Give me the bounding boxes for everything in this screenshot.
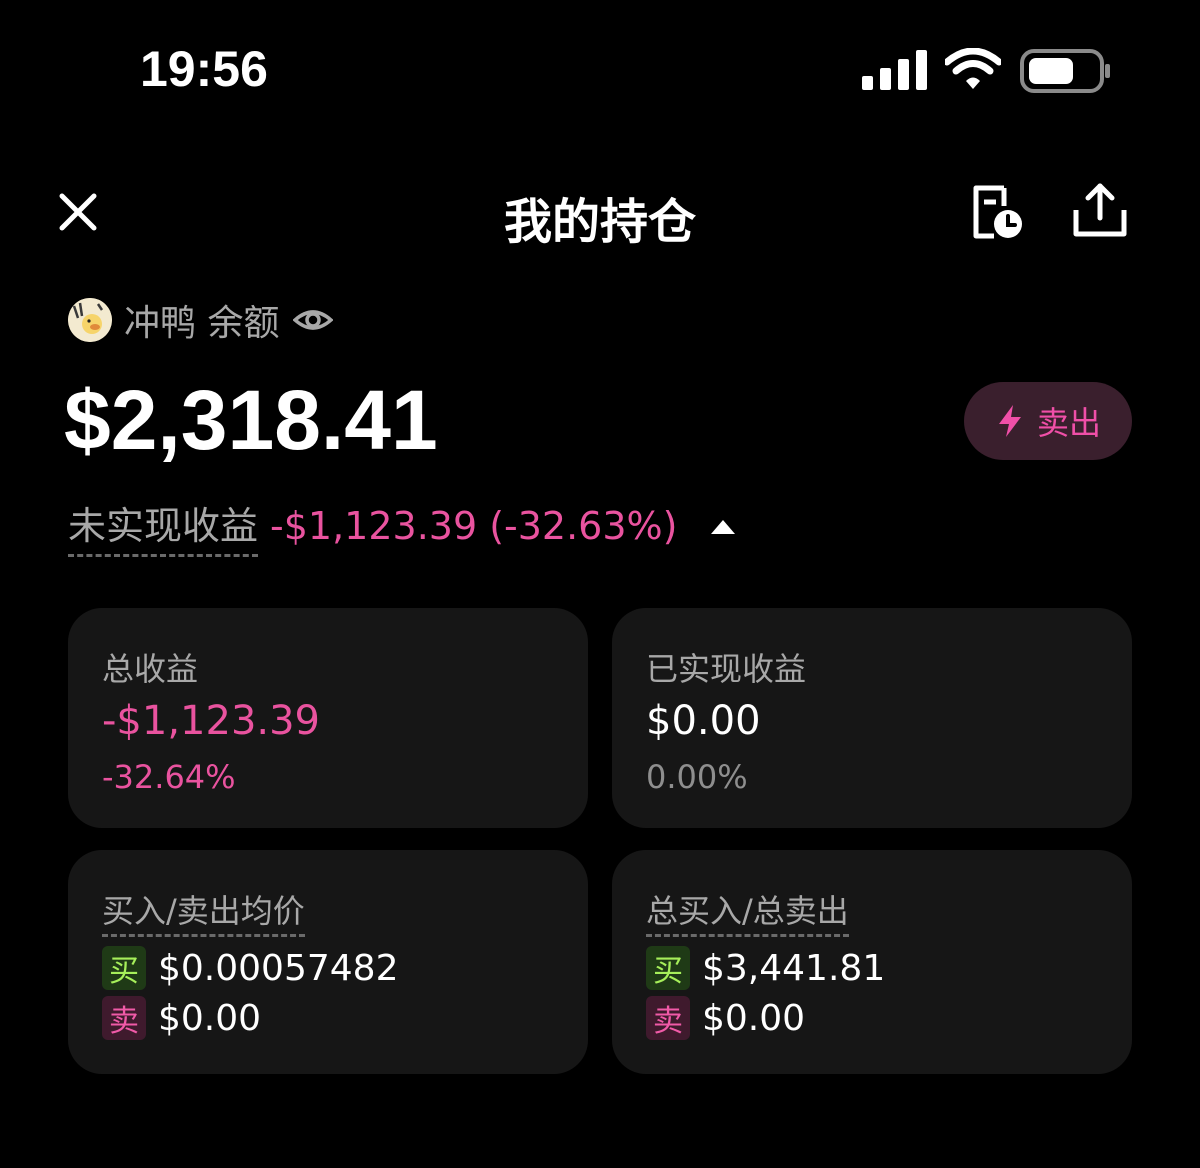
buy-tag: 买 [646, 946, 690, 990]
total-buy-row: 买 $3,441.81 [646, 946, 885, 990]
total-buy-sell-card: 总买入/总卖出 买 $3,441.81 卖 $0.00 [612, 850, 1132, 1074]
buy-tag: 买 [102, 946, 146, 990]
cellular-signal-icon [862, 50, 927, 90]
sell-tag: 卖 [102, 996, 146, 1040]
status-time: 19:56 [140, 41, 268, 97]
total-sell-row: 卖 $0.00 [646, 996, 805, 1040]
unrealized-pnl-row[interactable]: 未实现收益 -$1,123.39 (-32.63%) [68, 495, 739, 557]
lightning-bolt-icon [998, 405, 1021, 437]
caret-up-icon[interactable] [707, 514, 739, 538]
avg-buy-price-value: $0.00057482 [158, 947, 399, 989]
document-clock-icon[interactable] [968, 182, 1028, 242]
token-header: 冲鸭 余额 [68, 292, 334, 348]
realized-pnl-value: $0.00 [646, 698, 761, 744]
avg-buy-price-row: 买 $0.00057482 [102, 946, 399, 990]
token-avatar [68, 298, 112, 342]
sell-button-label: 卖出 [1036, 404, 1101, 442]
token-balance-label: 冲鸭 余额 [124, 303, 280, 344]
total-sell-value: $0.00 [702, 997, 806, 1039]
avg-sell-price-row: 卖 $0.00 [102, 996, 261, 1040]
status-bar: 19:56 [0, 0, 1200, 140]
total-pnl-label: 总收益 [102, 650, 199, 688]
total-pnl-percent: -32.64% [102, 758, 236, 796]
header: 我的持仓 [0, 170, 1200, 254]
unrealized-pnl-value: -$1,123.39 (-32.63%) [270, 504, 678, 548]
share-upload-icon[interactable] [1070, 180, 1130, 240]
total-pnl-value: -$1,123.39 [102, 698, 321, 744]
unrealized-pnl-label[interactable]: 未实现收益 [68, 495, 259, 557]
realized-pnl-card: 已实现收益 $0.00 0.00% [612, 608, 1132, 828]
eye-icon[interactable] [293, 300, 334, 340]
balance-value: $2,318.41 [64, 373, 438, 467]
avg-sell-price-value: $0.00 [158, 997, 262, 1039]
wifi-icon [945, 48, 1001, 89]
avg-price-card: 买入/卖出均价 买 $0.00057482 卖 $0.00 [68, 850, 588, 1074]
sell-button[interactable]: 卖出 [964, 382, 1132, 460]
sell-tag: 卖 [646, 996, 690, 1040]
total-buy-value: $3,441.81 [702, 947, 886, 989]
realized-pnl-percent: 0.00% [646, 758, 748, 796]
battery-icon [1020, 49, 1110, 93]
total-buy-sell-label[interactable]: 总买入/总卖出 [646, 886, 849, 937]
realized-pnl-label: 已实现收益 [646, 650, 807, 688]
total-pnl-card: 总收益 -$1,123.39 -32.64% [68, 608, 588, 828]
avg-price-label[interactable]: 买入/卖出均价 [102, 886, 305, 937]
